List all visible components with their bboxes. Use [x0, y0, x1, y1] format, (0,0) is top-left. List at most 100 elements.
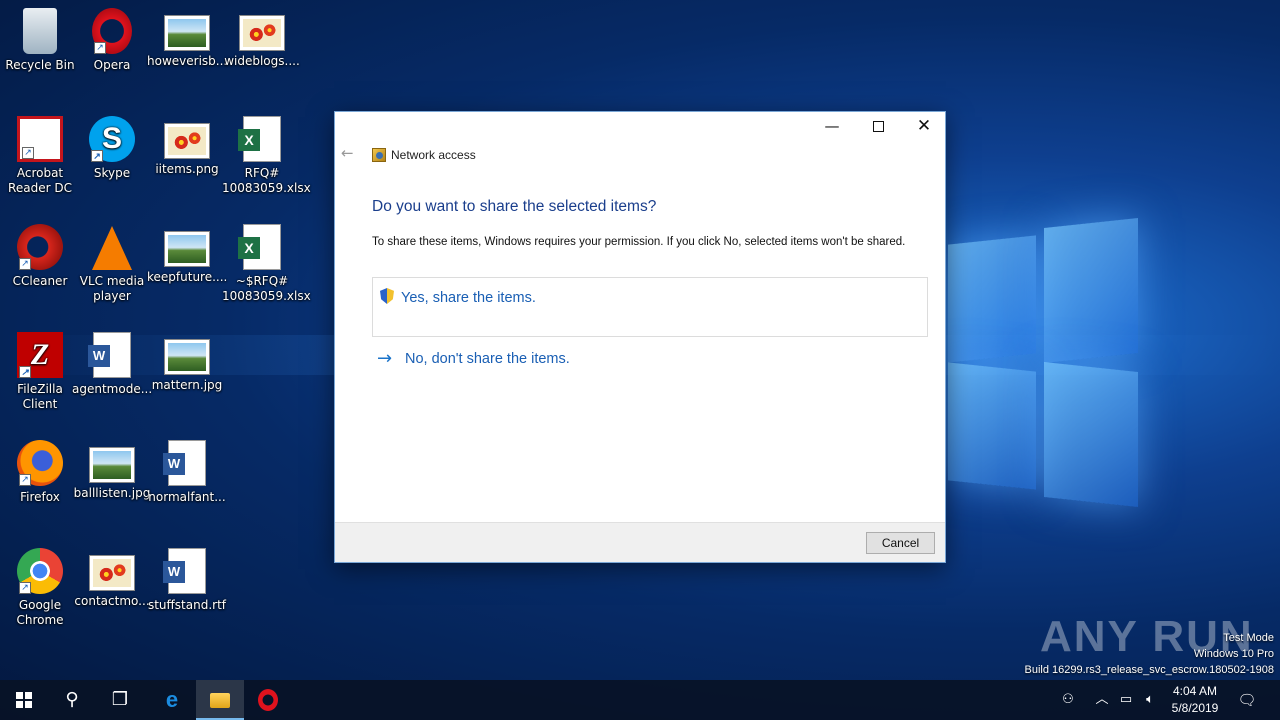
- maximize-icon: [872, 121, 884, 132]
- search-icon: ⚲: [65, 689, 79, 710]
- clock-time: 4:04 AM: [1172, 684, 1218, 698]
- search-button[interactable]: ⚲: [48, 680, 96, 720]
- image-file-icon: [165, 16, 209, 50]
- main-instruction: Do you want to share the selected items?: [372, 198, 657, 215]
- cancel-button[interactable]: Cancel: [866, 532, 935, 554]
- shortcut-arrow-icon: ↗: [19, 474, 31, 486]
- minimize-button[interactable]: —: [809, 112, 855, 142]
- desktop-icon-label: Acrobat Reader DC: [8, 166, 72, 195]
- edge-icon: e: [165, 687, 179, 712]
- folder-icon: [210, 693, 230, 708]
- desktop-icon-label: howeverisb...: [147, 54, 228, 68]
- watermark-line: Test Mode: [1223, 632, 1274, 644]
- chrome-icon: ↗: [17, 548, 63, 594]
- clock-date: 5/8/2019: [1171, 701, 1219, 715]
- desktop-icon-label: Skype: [93, 166, 131, 180]
- desktop-icon-label: keepfuture....: [147, 270, 228, 284]
- description-text: To share these items, Windows requires y…: [372, 236, 906, 248]
- desktop-icon-ccleaner[interactable]: ↗ CCleaner: [0, 224, 80, 289]
- desktop-icon-label: Opera: [93, 58, 131, 72]
- excel-file-icon: [238, 116, 281, 162]
- task-view-button[interactable]: ❐: [96, 680, 144, 720]
- image-file-icon: [165, 124, 209, 158]
- taskbar-edge-button[interactable]: e: [148, 680, 196, 720]
- desktop-icon-temp-rfq-xlsx[interactable]: ~$RFQ# 10083059.xlsx: [222, 224, 311, 304]
- desktop-icon-label: RFQ# 10083059.xlsx: [222, 166, 311, 195]
- start-button[interactable]: [0, 680, 48, 720]
- people-icon[interactable]: ⚇: [1056, 680, 1080, 720]
- word-document-icon: [163, 548, 206, 594]
- close-button[interactable]: ✕: [901, 112, 947, 142]
- desktop-icon-recycle-bin[interactable]: Recycle Bin: [0, 8, 80, 73]
- desktop-icon-stuffstand[interactable]: stuffstand.rtf: [147, 548, 227, 613]
- test-mode-watermark: Test Mode Windows 10 Pro Build 16299.rs3…: [1024, 630, 1274, 678]
- desktop-icon-label: Firefox: [20, 490, 60, 504]
- back-arrow-icon[interactable]: ←: [341, 144, 354, 162]
- desktop-icon-filezilla[interactable]: Z ↗ FileZilla Client: [0, 332, 80, 412]
- shortcut-arrow-icon: ↗: [19, 366, 31, 378]
- image-file-icon: [165, 232, 209, 266]
- desktop-icon-mattern[interactable]: mattern.jpg: [147, 332, 227, 393]
- nav-row: ← Network access: [335, 144, 945, 168]
- desktop-icon-label: ~$RFQ# 10083059.xlsx: [222, 274, 311, 303]
- desktop-icon-label: mattern.jpg: [151, 378, 223, 392]
- opera-icon: [258, 689, 278, 711]
- image-file-icon: [90, 448, 134, 482]
- desktop-icon-label: balllisten.jpg: [73, 486, 151, 500]
- desktop-icon-howeverisb[interactable]: howeverisb...: [147, 8, 227, 69]
- yes-share-option[interactable]: Yes, share the items.: [372, 277, 928, 337]
- ccleaner-icon: ↗: [17, 224, 63, 270]
- shortcut-arrow-icon: ↗: [19, 582, 31, 594]
- volume-icon[interactable]: 🔈︎: [1140, 680, 1160, 720]
- opera-icon: ↗: [92, 8, 132, 54]
- system-clock[interactable]: 4:04 AM 5/8/2019: [1160, 683, 1230, 717]
- desktop-icon-firefox[interactable]: ↗ Firefox: [0, 440, 80, 505]
- desktop-icon-label: CCleaner: [12, 274, 68, 288]
- acrobat-icon: ↗: [17, 116, 63, 162]
- shortcut-arrow-icon: ↗: [19, 258, 31, 270]
- desktop-icon-keepfuture[interactable]: keepfuture....: [147, 224, 227, 285]
- vlc-icon: [92, 226, 132, 270]
- desktop-icon-label: VLC media player: [79, 274, 145, 303]
- desktop-icon-rfq-xlsx[interactable]: RFQ# 10083059.xlsx: [222, 116, 311, 196]
- show-hidden-icons-chevron-icon[interactable]: ︿: [1092, 680, 1112, 720]
- desktop-icon-normalfant[interactable]: normalfant...: [147, 440, 227, 505]
- recycle-bin-icon: [23, 8, 57, 54]
- desktop-icon-balllisten[interactable]: balllisten.jpg: [72, 440, 152, 501]
- taskbar: ⚲ ❐ e ⚇ ︿ ▭ 🔈︎ 4:04 AM 5/8/2019 🗨︎: [0, 680, 1280, 720]
- desktop-icon-acrobat[interactable]: ↗ Acrobat Reader DC: [0, 116, 80, 196]
- desktop-icon-skype[interactable]: S ↗ Skype: [72, 116, 152, 181]
- desktop-icon-label: contactmo...: [74, 594, 150, 608]
- image-file-icon: [165, 340, 209, 374]
- desktop-icon-chrome[interactable]: ↗ Google Chrome: [0, 548, 80, 628]
- dialog-footer: Cancel: [335, 522, 945, 562]
- shortcut-arrow-icon: ↗: [94, 42, 106, 54]
- taskbar-file-explorer-button[interactable]: [196, 680, 244, 720]
- desktop-icon-opera[interactable]: ↗ Opera: [72, 8, 152, 73]
- desktop-icon-vlc[interactable]: VLC media player: [72, 224, 152, 304]
- action-center-icon[interactable]: 🗨︎: [1234, 680, 1260, 720]
- filezilla-icon: Z ↗: [17, 332, 63, 378]
- word-document-icon: [163, 440, 206, 486]
- maximize-button[interactable]: [855, 112, 901, 142]
- uac-shield-icon: [380, 288, 394, 304]
- skype-icon: S ↗: [89, 116, 135, 162]
- yes-share-label: Yes, share the items.: [401, 290, 536, 306]
- title-bar[interactable]: — ✕: [335, 112, 945, 142]
- desktop-icon-label: stuffstand.rtf: [147, 598, 227, 612]
- taskbar-opera-button[interactable]: [244, 680, 292, 720]
- desktop-icon-contactmo[interactable]: contactmo...: [72, 548, 152, 609]
- desktop-icon-iitems[interactable]: iitems.png: [147, 116, 227, 177]
- watermark-line: Build 16299.rs3_release_svc_escrow.18050…: [1024, 664, 1274, 676]
- shortcut-arrow-icon: ↗: [91, 150, 103, 162]
- network-icon[interactable]: ▭: [1116, 680, 1136, 720]
- desktop-icon-agentmode[interactable]: agentmode...: [72, 332, 152, 397]
- image-file-icon: [90, 556, 134, 590]
- network-access-icon: [372, 148, 386, 162]
- desktop-icon-wideblogs[interactable]: wideblogs....: [222, 8, 302, 69]
- windows-logo-icon: [16, 692, 32, 708]
- excel-file-icon: [238, 224, 281, 270]
- no-share-label: No, don't share the items.: [405, 351, 570, 367]
- arrow-right-icon: →: [377, 348, 393, 369]
- word-document-icon: [88, 332, 131, 378]
